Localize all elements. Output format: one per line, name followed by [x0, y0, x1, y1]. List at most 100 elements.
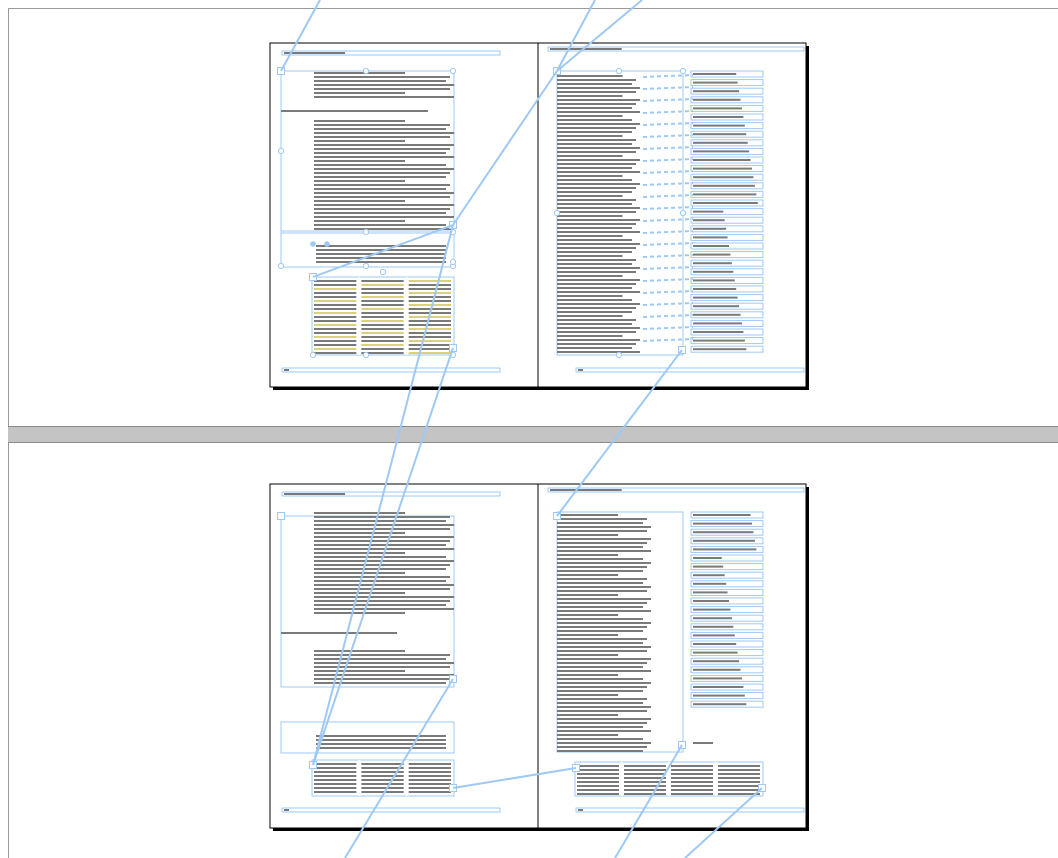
body-text-line — [557, 578, 647, 580]
body-text-line — [557, 674, 619, 676]
selection-handle — [615, 351, 623, 359]
table-cell-line — [361, 312, 404, 314]
body-text-line — [557, 662, 647, 664]
body-text-line — [590, 327, 640, 329]
selection-handle — [449, 67, 457, 75]
body-text-line — [590, 351, 640, 353]
table-cell-line — [361, 783, 404, 785]
body-text-line — [590, 87, 640, 89]
body-text-line — [314, 216, 454, 218]
body-text-line — [557, 738, 643, 740]
body-text-line — [590, 179, 632, 181]
table-cell-line — [314, 328, 357, 330]
body-text-line — [314, 88, 450, 90]
note-text — [693, 253, 731, 256]
body-text-line — [314, 156, 454, 158]
body-text-line — [590, 123, 640, 125]
caption-text-line — [316, 253, 446, 255]
table-cell-line — [408, 336, 451, 338]
note-text — [693, 600, 729, 602]
body-text-line — [314, 208, 450, 210]
table-cell-line — [361, 787, 404, 789]
body-text-line — [557, 642, 643, 644]
body-text-line — [557, 702, 643, 704]
body-text-line — [590, 175, 623, 177]
body-text-line — [314, 224, 446, 226]
body-text-line — [590, 207, 640, 209]
body-text-line — [590, 191, 632, 193]
body-text-line — [590, 307, 636, 309]
running-header-text — [550, 48, 622, 50]
note-text — [693, 557, 722, 559]
note-text — [693, 296, 738, 299]
table-cell-line — [408, 763, 451, 765]
table-cell-line — [314, 348, 357, 350]
table-cell-line — [314, 763, 357, 765]
table-cell-line — [718, 765, 760, 767]
body-text-line — [557, 574, 619, 576]
table-cell-line — [671, 777, 713, 779]
body-text-line — [590, 215, 623, 217]
note-text — [693, 116, 744, 118]
caption-text-line — [316, 257, 446, 259]
table-cell-line — [361, 324, 404, 326]
body-text-line — [590, 283, 636, 285]
body-text-line — [314, 228, 454, 230]
body-text-line — [590, 263, 632, 265]
note-text — [693, 651, 738, 654]
note-text — [693, 81, 738, 84]
body-text-line — [590, 243, 640, 245]
body-text-line — [590, 91, 636, 93]
body-text-line — [314, 132, 454, 134]
note-text — [693, 643, 737, 645]
note-text — [693, 582, 727, 585]
body-text-line — [557, 586, 651, 588]
note-text — [693, 159, 751, 161]
body-text-line — [314, 204, 454, 206]
body-text-line — [557, 598, 651, 600]
body-text-line — [590, 331, 636, 333]
table-cell-line — [314, 300, 357, 302]
folio-number — [578, 369, 583, 371]
lower-spread[interactable] — [269, 483, 809, 831]
body-text-line — [557, 582, 643, 584]
note-text — [693, 245, 729, 247]
anchor-dot — [310, 241, 316, 247]
note-text — [693, 167, 753, 170]
table-cell-line — [408, 288, 451, 290]
note-text — [693, 184, 755, 187]
running-header-text — [284, 52, 346, 54]
note-text — [693, 339, 745, 342]
note-text — [693, 176, 754, 179]
body-text-line — [314, 76, 450, 78]
note-text — [693, 548, 757, 551]
body-text-line — [557, 590, 647, 592]
body-text-line — [314, 220, 405, 222]
table-cell-line — [314, 344, 357, 346]
selection-handle — [679, 209, 687, 217]
body-text-line — [314, 200, 405, 202]
note-text — [693, 288, 737, 290]
body-text-line — [590, 339, 640, 341]
body-text-line — [557, 690, 643, 692]
table-cell-line — [314, 791, 357, 793]
body-text-line — [590, 203, 632, 205]
body-text-line — [314, 164, 446, 166]
table-cell-line — [577, 793, 619, 795]
table-cell-line — [314, 324, 357, 326]
body-text-line — [314, 548, 454, 550]
upper-spread[interactable] — [269, 42, 809, 390]
body-text-line — [314, 96, 454, 98]
body-text-line — [314, 658, 446, 660]
table-cell-line — [408, 779, 451, 781]
body-text-line — [557, 566, 647, 568]
table-cell-line — [314, 767, 357, 769]
body-text-line — [557, 594, 619, 596]
table-cell-line — [577, 769, 619, 771]
table-cell-line — [408, 324, 451, 326]
body-text-line — [590, 231, 640, 233]
layout-canvas[interactable] — [0, 0, 1058, 858]
body-text-line — [590, 315, 623, 317]
body-text-line — [557, 666, 643, 668]
table-cell-line — [408, 328, 451, 330]
